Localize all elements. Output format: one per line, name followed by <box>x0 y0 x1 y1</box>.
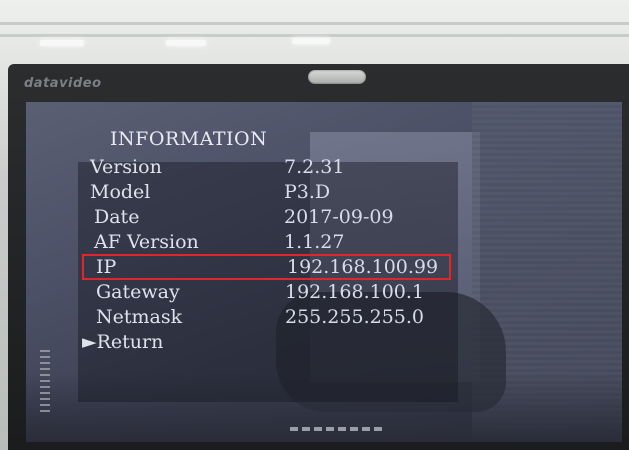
osd-label: Model <box>90 181 151 203</box>
ceiling-line <box>0 22 629 25</box>
osd-value: 1.1.27 <box>284 231 345 253</box>
osd-value: P3.D <box>284 181 331 203</box>
brand-logo: datavideo <box>24 76 102 91</box>
osd-label: Gateway <box>96 281 180 303</box>
ceiling-light <box>166 40 206 46</box>
screen-indicator-dashes <box>290 427 386 431</box>
osd-value: 7.2.31 <box>284 156 345 178</box>
osd-label: Netmask <box>96 306 183 328</box>
osd-value: 255.255.255.0 <box>285 306 425 328</box>
ip-highlight-box <box>82 254 451 280</box>
osd-label: Date <box>94 206 140 228</box>
osd-value: 2017-09-09 <box>284 206 394 228</box>
ceiling-line <box>0 34 629 37</box>
osd-label: Version <box>90 156 162 178</box>
osd-menu-title: INFORMATION <box>110 128 268 150</box>
ceiling-light <box>292 38 330 44</box>
ceiling-light <box>40 40 84 46</box>
osd-value: 192.168.100.1 <box>285 281 425 303</box>
osd-label: AF Version <box>94 231 199 253</box>
osd-return-label: ►Return <box>82 331 164 353</box>
tally-light <box>308 70 366 84</box>
screen-side-ruler <box>40 350 50 414</box>
